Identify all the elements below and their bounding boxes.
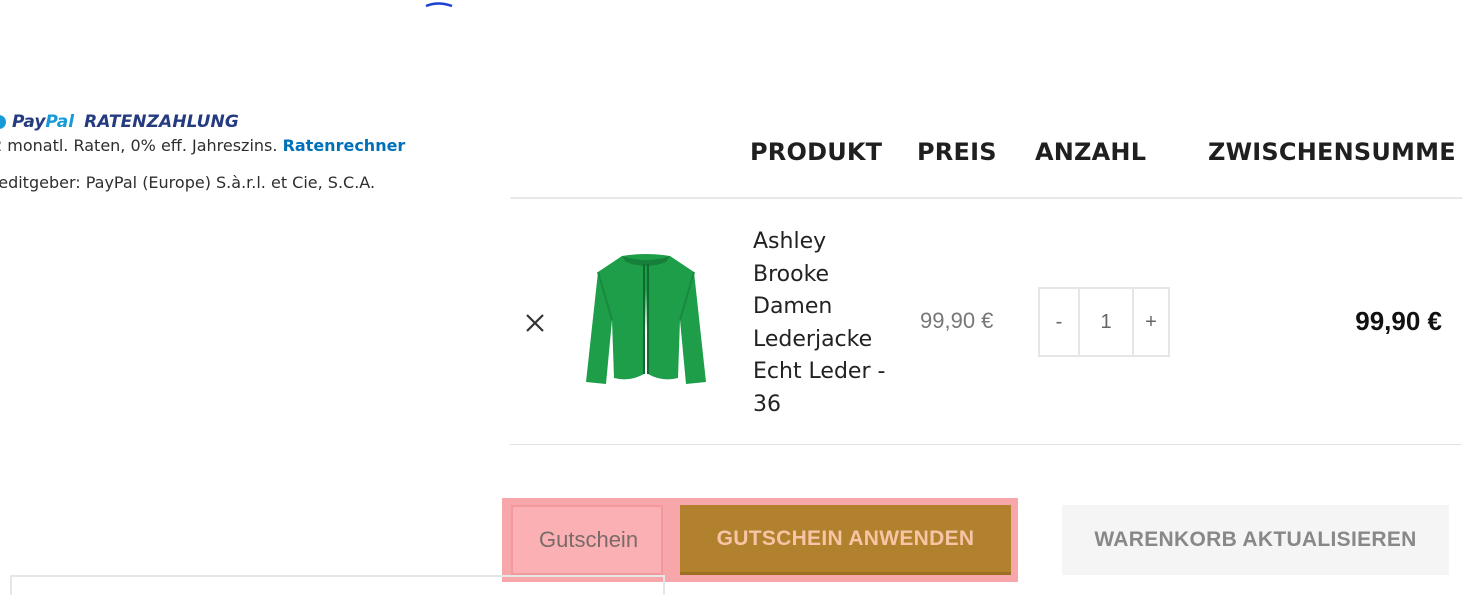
paypal-terms: 2 monatl. Raten, 0% eff. Jahreszins. Rat… xyxy=(0,136,405,155)
paypal-terms-text: 2 monatl. Raten, 0% eff. Jahreszins. xyxy=(0,136,278,155)
paypal-wordmark: PayPal xyxy=(12,112,75,132)
coupon-code-input[interactable]: Gutschein xyxy=(511,505,663,575)
quantity-stepper: - 1 + xyxy=(1038,287,1170,357)
product-price: 99,90 € xyxy=(920,308,994,333)
paypal-logo: PayPal RATENZAHLUNG xyxy=(0,110,239,134)
cart-totals-box xyxy=(10,575,665,595)
update-cart-button[interactable]: WARENKORB AKTUALISIEREN xyxy=(1062,505,1449,575)
table-divider xyxy=(510,197,1462,199)
quantity-decrease-button[interactable]: - xyxy=(1040,289,1080,355)
remove-item-button[interactable] xyxy=(520,308,550,338)
product-name-link[interactable]: Ashley Brooke Damen Lederjacke Echt Lede… xyxy=(753,226,893,421)
paypal-icon xyxy=(0,115,6,129)
table-divider xyxy=(510,444,1462,445)
column-header-subtotal: ZWISCHENSUMME xyxy=(1208,138,1456,166)
rate-calculator-link[interactable]: Ratenrechner xyxy=(283,136,406,155)
product-image[interactable] xyxy=(582,250,710,388)
decorative-stroke xyxy=(425,2,453,8)
column-header-product: PRODUKT xyxy=(750,138,883,166)
apply-coupon-button[interactable]: GUTSCHEIN ANWENDEN xyxy=(680,505,1011,575)
close-icon xyxy=(526,314,544,332)
column-header-price: PREIS xyxy=(917,138,997,166)
column-header-quantity: ANZAHL xyxy=(1035,138,1147,166)
quantity-input[interactable]: 1 xyxy=(1080,289,1134,355)
item-subtotal: 99,90 € xyxy=(1355,306,1442,336)
paypal-lender-info: reditgeber: PayPal (Europe) S.à.r.l. et … xyxy=(0,173,376,192)
paypal-product-name: RATENZAHLUNG xyxy=(84,112,239,132)
quantity-increase-button[interactable]: + xyxy=(1134,289,1168,355)
